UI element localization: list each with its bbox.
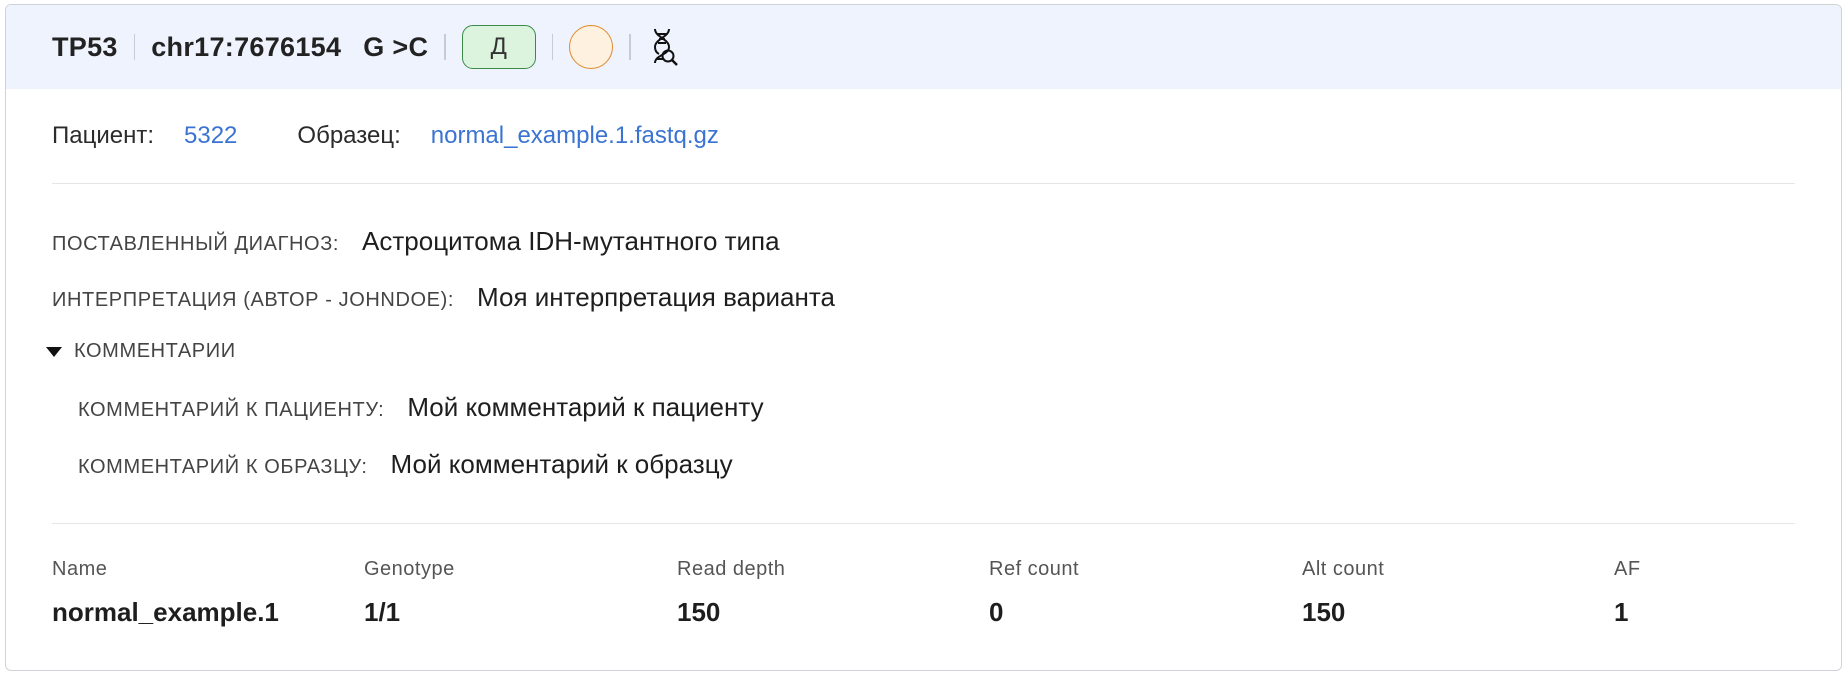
cell-af: 1 <box>1614 597 1629 627</box>
diagnosis-label: ПОСТАВЛЕННЫЙ ДИАГНОЗ: <box>52 233 340 255</box>
column-header-af: AF <box>1614 558 1641 580</box>
variant-position: chr17:7676154 <box>151 31 342 62</box>
table-column: Read depth 150 <box>677 558 785 628</box>
variant-change: G >C <box>363 31 429 62</box>
patient-link[interactable]: 5322 <box>184 122 237 150</box>
header-divider <box>444 34 446 60</box>
table-column: Alt count 150 <box>1302 558 1384 628</box>
column-header-genotype: Genotype <box>364 558 455 580</box>
variant-body: Пациент: 5322 Образец: normal_example.1.… <box>6 89 1841 670</box>
caret-down-icon <box>46 346 62 357</box>
gene-name: TP53 <box>52 31 118 62</box>
sample-label: Образец: <box>297 122 401 149</box>
table-column: AF 1 <box>1614 558 1641 628</box>
sample-comment-value: Мой комментарий к образцу <box>390 449 733 479</box>
header-divider <box>629 34 631 60</box>
meta-row: Пациент: 5322 Образец: normal_example.1.… <box>52 89 1795 184</box>
comments-toggle[interactable]: КОММЕНТАРИИ <box>46 340 236 363</box>
column-header-name: Name <box>52 558 108 580</box>
cell-genotype: 1/1 <box>364 597 401 627</box>
table-column: Ref count 0 <box>989 558 1079 628</box>
patient-comment-label: КОММЕНТАРИЙ К ПАЦИЕНТУ: <box>78 399 385 421</box>
table-column: Name normal_example.1 <box>52 558 279 628</box>
column-header-read-depth: Read depth <box>677 558 786 580</box>
genotype-table: Name normal_example.1 Genotype 1/1 Read … <box>52 524 1795 670</box>
status-circle-button[interactable] <box>569 25 614 69</box>
cell-alt-count: 150 <box>1302 597 1346 627</box>
cell-read-depth: 150 <box>677 597 721 627</box>
diagnosis-value: Астроцитома IDH-мутантного типа <box>362 226 780 256</box>
sample-comment-row: КОММЕНТАРИЙ К ОБРАЗЦУ: Мой комментарий к… <box>78 449 733 480</box>
cell-ref-count: 0 <box>989 597 1004 627</box>
details-section: ПОСТАВЛЕННЫЙ ДИАГНОЗ: Астроцитома IDH-му… <box>46 184 1795 524</box>
cell-name: normal_example.1 <box>52 597 279 627</box>
header-divider <box>133 34 136 60</box>
variant-card: TP53 chr17:7676154 G >C Д Пациент: 5322 … <box>5 4 1842 671</box>
patient-comment-row: КОММЕНТАРИЙ К ПАЦИЕНТУ: Мой комментарий … <box>78 392 764 423</box>
diagnosis-row: ПОСТАВЛЕННЫЙ ДИАГНОЗ: Астроцитома IDH-му… <box>52 226 780 257</box>
sample-comment-label: КОММЕНТАРИЙ К ОБРАЗЦУ: <box>78 456 368 478</box>
column-header-ref-count: Ref count <box>989 558 1080 580</box>
interpretation-label: ИНТЕРПРЕТАЦИЯ (АВТОР - JOHNDOE): <box>52 289 455 311</box>
comments-toggle-label: КОММЕНТАРИИ <box>74 340 236 362</box>
header-divider <box>551 34 554 60</box>
variant-header: TP53 chr17:7676154 G >C Д <box>6 5 1841 89</box>
classification-badge[interactable]: Д <box>461 25 536 69</box>
patient-label: Пациент: <box>52 122 155 149</box>
dna-search-icon[interactable] <box>647 26 681 68</box>
interpretation-row: ИНТЕРПРЕТАЦИЯ (АВТОР - JOHNDOE): Моя инт… <box>52 282 835 313</box>
sample-link[interactable]: normal_example.1.fastq.gz <box>431 122 719 150</box>
column-header-alt-count: Alt count <box>1302 558 1385 580</box>
interpretation-value: Моя интерпретация варианта <box>477 282 835 312</box>
patient-comment-value: Мой комментарий к пациенту <box>407 392 764 422</box>
table-column: Genotype 1/1 <box>364 558 455 628</box>
